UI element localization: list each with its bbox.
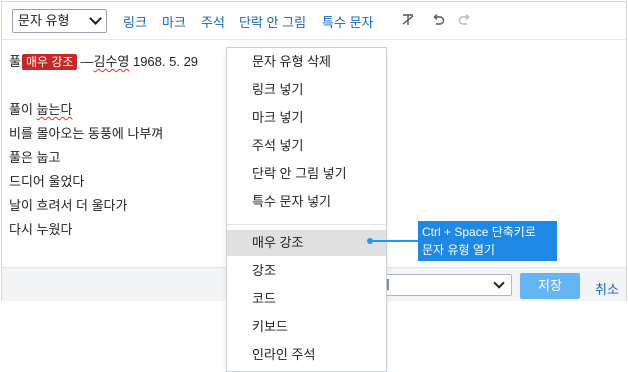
- chevron-down-icon: [89, 12, 102, 25]
- text-span: 눕는다: [36, 102, 73, 117]
- content-line-4: 비를 몰아오는 동풍에 나부껴: [9, 126, 164, 141]
- style-select-value: 문자 유형: [18, 13, 70, 28]
- toolbar: 문자 유형 링크 마크 주석 단락 안 그림 특수 문자: [2, 2, 626, 40]
- content-line-1: 풀 매우 강조 —김수영 1968. 5. 29: [9, 50, 198, 74]
- menu-item-insert-footnote[interactable]: 주석 넣기: [227, 133, 386, 159]
- menu-divider: [227, 224, 386, 225]
- menu-item-insert-mark[interactable]: 마크 넣기: [227, 105, 386, 131]
- content-line-6: 드디어 울었다: [9, 174, 85, 189]
- text-prefix: 풀: [9, 54, 21, 69]
- save-button[interactable]: 저장: [520, 273, 580, 299]
- menu-item-insert-link[interactable]: 링크 넣기: [227, 77, 386, 103]
- style-select[interactable]: 문자 유형: [12, 9, 107, 33]
- footer-select[interactable]: 지: [372, 274, 512, 296]
- content-blank-line: [9, 74, 198, 98]
- footnote-button[interactable]: 주석: [201, 12, 225, 31]
- mark-button[interactable]: 마크: [162, 12, 186, 31]
- menu-item-strong-emphasis[interactable]: 매우 강조: [227, 230, 386, 256]
- callout-line-2: 문자 유형 열기: [422, 243, 495, 257]
- link-button[interactable]: 링크: [123, 12, 147, 31]
- undo-icon[interactable]: [430, 12, 446, 28]
- menu-item-insert-inline-image[interactable]: 단락 안 그림 넣기: [227, 161, 386, 187]
- menu-item-code[interactable]: 코드: [227, 286, 386, 312]
- menu-item-emphasis[interactable]: 강조: [227, 258, 386, 284]
- clear-format-icon[interactable]: [400, 12, 416, 28]
- menu-item-keyboard[interactable]: 키보드: [227, 314, 386, 340]
- dash-text: —: [80, 54, 94, 69]
- content-line-7: 날이 흐려서 더 울다가: [9, 198, 128, 213]
- cancel-button[interactable]: 취소: [595, 279, 619, 298]
- strong-emphasis-badge: 매우 강조: [21, 54, 78, 70]
- menu-item-insert-special-char[interactable]: 특수 문자 넣기: [227, 189, 386, 215]
- author-name: 김수영: [93, 54, 130, 69]
- special-char-button[interactable]: 특수 문자: [322, 12, 373, 31]
- callout-line-1: Ctrl + Space 단축키로: [422, 225, 536, 239]
- redo-icon[interactable]: [457, 12, 473, 28]
- date-text: 1968. 5. 29: [129, 54, 199, 69]
- char-type-menu: 문자 유형 삭제 링크 넣기 마크 넣기 주석 넣기 단락 안 그림 넣기 특수…: [226, 47, 387, 372]
- chevron-down-icon: [493, 277, 505, 289]
- menu-item-inline-comment[interactable]: 인라인 주석: [227, 342, 386, 368]
- content-line-5: 풀은 눕고: [9, 150, 61, 165]
- callout-connector: [373, 240, 419, 242]
- editor-content[interactable]: 풀 매우 강조 —김수영 1968. 5. 29 풀이 눕는다 비를 몰아오는 동풍…: [9, 50, 198, 242]
- shortcut-callout: Ctrl + Space 단축키로 문자 유형 열기: [418, 221, 557, 261]
- content-line-8: 다시 누웠다: [9, 222, 73, 237]
- inline-image-button[interactable]: 단락 안 그림: [239, 12, 306, 31]
- content-line-3: 풀이 눕는다: [9, 98, 198, 122]
- text-span: 풀이: [9, 102, 37, 117]
- menu-item-remove-char-type[interactable]: 문자 유형 삭제: [227, 49, 386, 75]
